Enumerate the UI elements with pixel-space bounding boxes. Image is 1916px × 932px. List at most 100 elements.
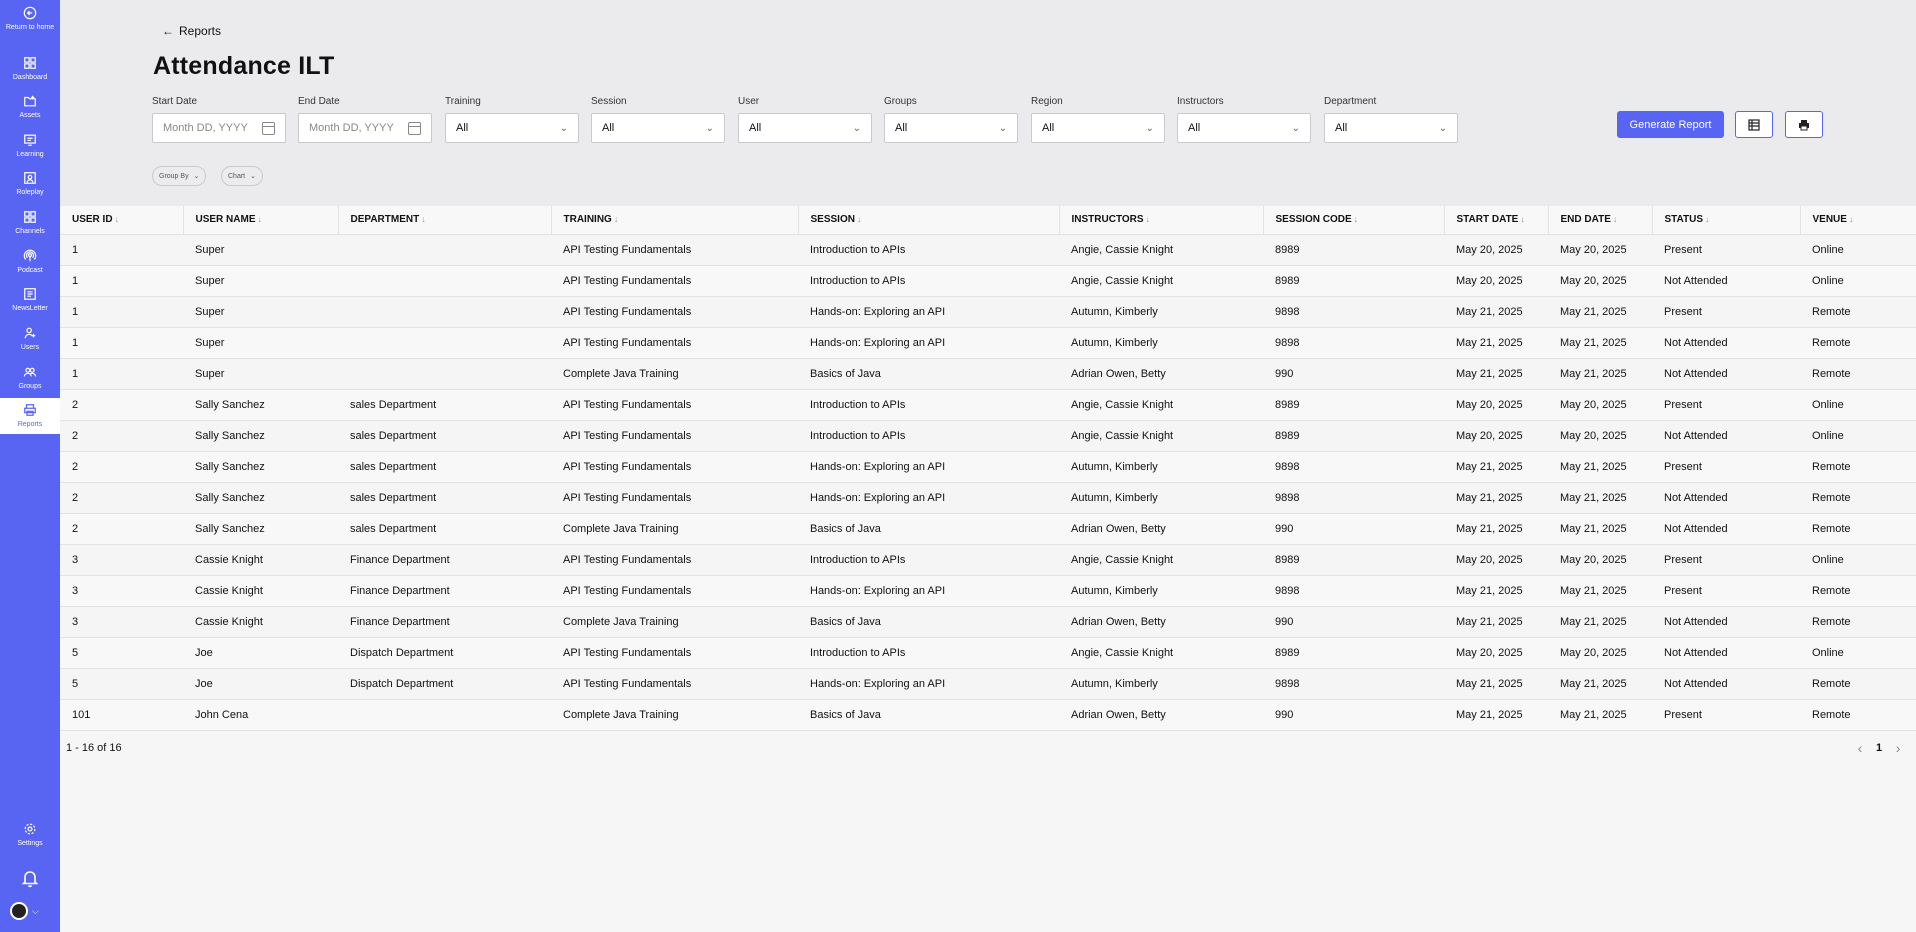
- pagination: ‹ 1 ›: [1850, 740, 1908, 756]
- column-header[interactable]: TRAINING ↓: [551, 206, 799, 235]
- column-header[interactable]: DEPARTMENT ↓: [338, 206, 552, 235]
- table-cell: Introduction to APIs: [798, 420, 1059, 452]
- sidebar-item-roleplay[interactable]: Roleplay: [0, 171, 60, 209]
- table-cell: Finance Department: [338, 575, 551, 607]
- table-cell: Super: [183, 358, 338, 390]
- roleplay-icon: [24, 172, 36, 184]
- sort-arrow-icon[interactable]: ↓: [614, 214, 619, 224]
- table-cell: Sally Sanchez: [183, 482, 338, 514]
- table-cell: API Testing Fundamentals: [551, 389, 798, 421]
- table-cell: Hands-on: Exploring an API: [798, 451, 1059, 483]
- end-date-input[interactable]: Month DD, YYYY: [298, 113, 432, 143]
- column-header[interactable]: START DATE ↓: [1444, 206, 1549, 235]
- sort-arrow-icon[interactable]: ↓: [1613, 214, 1618, 224]
- table-cell: 3: [60, 575, 183, 607]
- table-cell: Remote: [1800, 513, 1916, 545]
- table-cell: 8989: [1263, 234, 1444, 266]
- column-header[interactable]: VENUE ↓: [1800, 206, 1916, 235]
- chevron-left-icon[interactable]: ‹: [1850, 740, 1870, 756]
- sidebar-item-reports[interactable]: Reports: [0, 398, 60, 434]
- sidebar-item-dashboard[interactable]: Dashboard: [0, 56, 60, 94]
- notification-bell-icon[interactable]: [20, 868, 40, 888]
- sort-arrow-icon[interactable]: ↓: [857, 214, 862, 224]
- table-cell: May 20, 2025: [1548, 265, 1652, 297]
- sidebar-item-label: Return to home: [5, 24, 55, 31]
- sidebar-item-assets[interactable]: Assets: [0, 94, 60, 132]
- instructors-select[interactable]: All ⌄: [1177, 113, 1311, 143]
- table-cell: Basics of Java: [798, 358, 1059, 390]
- user-select[interactable]: All ⌄: [738, 113, 872, 143]
- sort-arrow-icon[interactable]: ↓: [1849, 214, 1854, 224]
- column-header[interactable]: SESSION CODE ↓: [1263, 206, 1445, 235]
- filter-label: Training: [445, 96, 481, 107]
- sidebar-item-settings[interactable]: Settings: [0, 822, 60, 860]
- column-header[interactable]: SESSION ↓: [798, 206, 1060, 235]
- table-cell: Introduction to APIs: [798, 637, 1059, 669]
- chevron-down-icon: ⌄: [559, 122, 568, 134]
- chevron-right-icon[interactable]: ›: [1888, 740, 1908, 756]
- table-cell: Present: [1652, 389, 1800, 421]
- table-cell: API Testing Fundamentals: [551, 544, 798, 576]
- table-cell: Angie, Cassie Knight: [1059, 637, 1263, 669]
- sort-arrow-icon[interactable]: ↓: [1705, 214, 1710, 224]
- table-cell: May 20, 2025: [1548, 389, 1652, 421]
- user-menu[interactable]: ⌵: [10, 901, 50, 921]
- table-cell: May 20, 2025: [1444, 637, 1548, 669]
- chevron-down-icon: ⌄: [852, 122, 861, 134]
- sidebar-item-podcast[interactable]: Podcast: [0, 249, 60, 287]
- page-number[interactable]: 1: [1876, 742, 1882, 754]
- sort-arrow-icon[interactable]: ↓: [1520, 214, 1525, 224]
- end-date-placeholder: Month DD, YYYY: [309, 122, 394, 134]
- sidebar-item-return-home[interactable]: Return to home: [0, 6, 60, 46]
- region-select[interactable]: All ⌄: [1031, 113, 1165, 143]
- generate-report-button[interactable]: Generate Report: [1617, 111, 1724, 138]
- column-header[interactable]: USER NAME ↓: [183, 206, 339, 235]
- department-select[interactable]: All ⌄: [1324, 113, 1458, 143]
- table-cell: 2: [60, 420, 183, 452]
- table-cell: May 20, 2025: [1548, 234, 1652, 266]
- session-select[interactable]: All ⌄: [591, 113, 725, 143]
- chart-dropdown[interactable]: Chart ⌄: [221, 166, 263, 186]
- table-cell: Angie, Cassie Knight: [1059, 389, 1263, 421]
- table-cell: 8989: [1263, 389, 1444, 421]
- table-cell: 990: [1263, 358, 1444, 390]
- groups-select[interactable]: All ⌄: [884, 113, 1018, 143]
- start-date-input[interactable]: Month DD, YYYY: [152, 113, 286, 143]
- table-cell: May 21, 2025: [1548, 327, 1652, 359]
- column-header[interactable]: USER ID ↓: [60, 206, 184, 235]
- column-header[interactable]: END DATE ↓: [1548, 206, 1653, 235]
- table-cell: Not Attended: [1652, 358, 1800, 390]
- column-header[interactable]: STATUS ↓: [1652, 206, 1801, 235]
- table-cell: Basics of Java: [798, 699, 1059, 731]
- table-cell: Sally Sanchez: [183, 420, 338, 452]
- sidebar-item-learning[interactable]: Learning: [0, 133, 60, 171]
- sort-arrow-icon[interactable]: ↓: [115, 214, 120, 224]
- sort-arrow-icon[interactable]: ↓: [1354, 214, 1359, 224]
- table-cell: Complete Java Training: [551, 606, 798, 638]
- attendance-table: USER ID ↓ USER NAME ↓ DEPARTMENT ↓ TRAINING ↓ SE…: [60, 206, 1916, 731]
- sort-arrow-icon[interactable]: ↓: [421, 214, 426, 224]
- table-row: 1 Super API Testing Fundamentals Hands-on: …: [60, 327, 1916, 359]
- sidebar-item-channels[interactable]: Channels: [0, 210, 60, 248]
- spreadsheet-icon: [1748, 118, 1760, 131]
- table-cell: sales Department: [338, 482, 551, 514]
- table-cell: 9898: [1263, 575, 1444, 607]
- group-by-dropdown[interactable]: Group By ⌄: [152, 166, 207, 186]
- sort-arrow-icon[interactable]: ↓: [258, 214, 263, 224]
- table-cell: Present: [1652, 451, 1800, 483]
- sidebar-item-newsletter[interactable]: NewsLetter: [0, 287, 60, 325]
- column-header-label: USER ID: [72, 214, 113, 226]
- table-cell: Not Attended: [1652, 420, 1800, 452]
- column-header[interactable]: INSTRUCTORS ↓: [1059, 206, 1264, 235]
- print-button[interactable]: [1785, 111, 1823, 138]
- table-cell: 2: [60, 451, 183, 483]
- sidebar-item-users[interactable]: Users: [0, 326, 60, 364]
- sidebar-item-label: Users: [20, 344, 40, 351]
- table-cell: 101: [60, 699, 183, 731]
- sort-arrow-icon[interactable]: ↓: [1146, 214, 1151, 224]
- table-cell: 990: [1263, 513, 1444, 545]
- table-cell: 1: [60, 296, 183, 328]
- back-to-reports-link[interactable]: ← Reports: [162, 24, 221, 38]
- training-select[interactable]: All ⌄: [445, 113, 579, 143]
- export-spreadsheet-button[interactable]: [1735, 111, 1773, 138]
